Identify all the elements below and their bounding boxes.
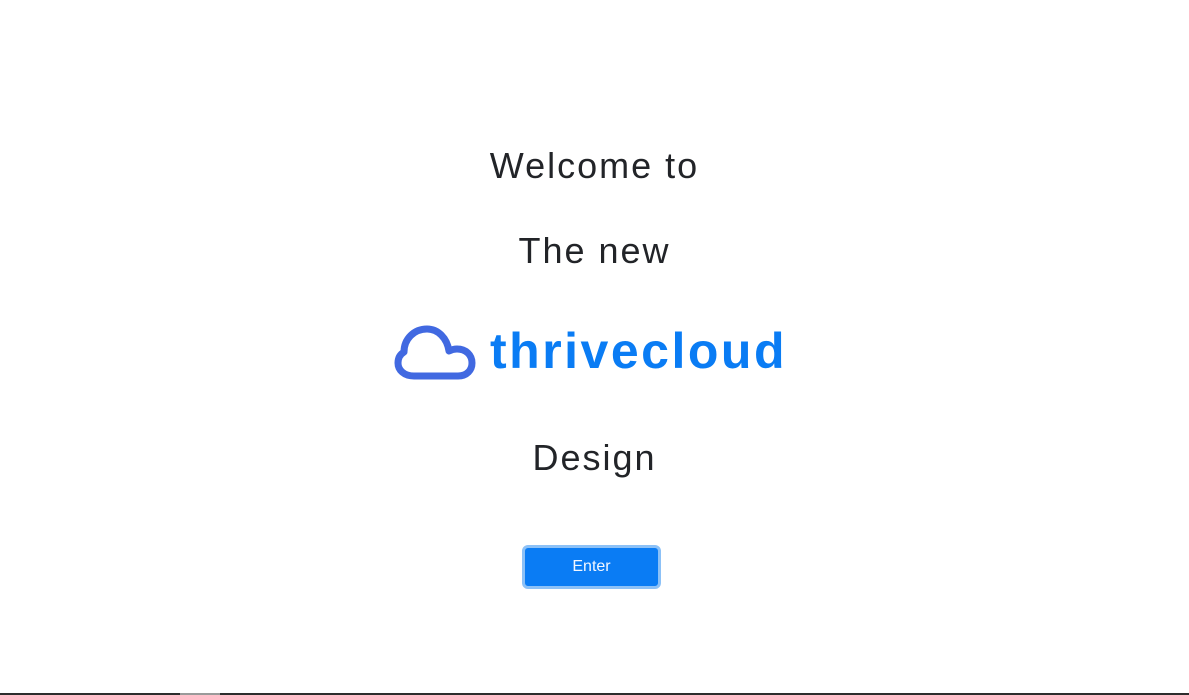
welcome-heading: Welcome to [489,145,700,186]
brand-name: thrivecloud [490,323,787,379]
subheading-design: Design [532,437,657,478]
cloud-icon [394,318,476,384]
welcome-page: Welcome to The new thrivecloud Design En… [0,0,1189,695]
subheading-the-new: The new [518,230,671,271]
enter-button[interactable]: Enter [522,545,661,589]
brand-logo-lockup: thrivecloud [0,318,1189,384]
